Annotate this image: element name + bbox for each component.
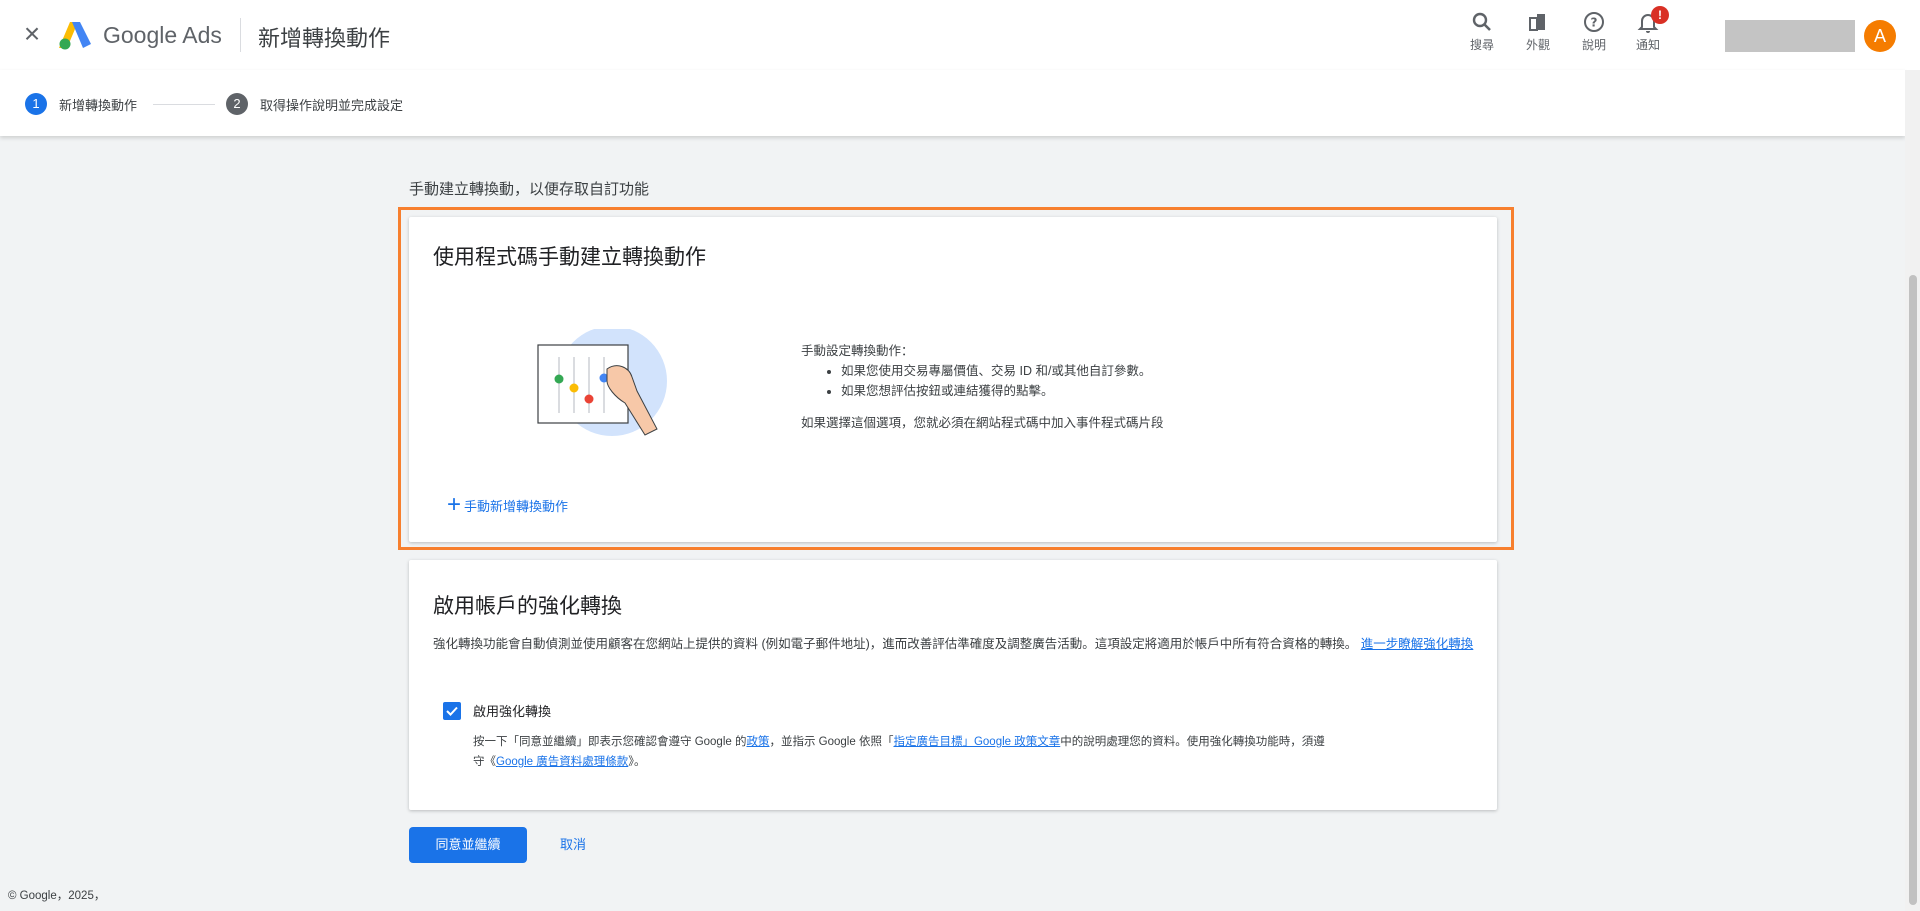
learn-more-link[interactable]: 進一步瞭解強化轉換 [1361,637,1474,651]
step-2: 2 取得操作說明並完成設定 [226,93,403,115]
cancel-button[interactable]: 取消 [545,827,601,863]
help-label: 說明 [1581,38,1606,52]
step-2-number: 2 [226,93,248,115]
agree-continue-button[interactable]: 同意並繼續 [409,827,527,863]
notification-badge: ! [1651,6,1669,24]
help-icon: ? [1584,12,1604,32]
add-manual-conversion-button[interactable]: + 手動新增轉換動作 [447,491,569,518]
help-button[interactable]: ? 說明 [1569,10,1619,53]
page-title: 新增轉換動作 [258,26,391,51]
plus-icon: + [447,491,462,518]
manual-card-description: 手動設定轉換動作： 如果您使用交易專屬價值、交易 ID 和/或其他自訂參數。 如… [801,341,1321,433]
brand-name: Google Ads [103,22,222,48]
section-label: 手動建立轉換動，以便存取自訂功能 [409,181,650,198]
search-button[interactable]: 搜尋 [1457,10,1507,53]
scrollbar[interactable] [1905,70,1920,911]
stepper: 1 新增轉換動作 2 取得操作說明並完成設定 [0,70,1905,136]
svg-text:?: ? [1591,16,1598,30]
close-icon[interactable]: × [20,20,44,48]
search-icon [1472,12,1491,31]
add-manual-conversion-label: 手動新增轉換動作 [464,498,569,514]
notifications-label: 通知 [1635,38,1660,52]
step-1: 1 新增轉換動作 [25,93,137,115]
avatar[interactable]: A [1864,20,1896,52]
step-1-label: 新增轉換動作 [59,97,138,113]
appearance-icon [1529,14,1545,31]
legal-text: 按一下「同意並繼續」即表示您確認會遵守 Google 的政策，並指示 Googl… [473,732,1333,772]
policy-link[interactable]: 政策 [746,736,769,748]
sliders-illustration [537,329,667,436]
step-1-number: 1 [25,93,47,115]
enhanced-card-body: 強化轉換功能會自動偵測並使用顧客在您網站上提供的資料 (例如電子郵件地址)，進而… [433,634,1478,655]
top-app-bar: × Google Ads 新增轉換動作 搜尋 外觀 ? 說明 ! 通知 A [0,0,1920,70]
legal-part-4: 》。 [628,756,646,768]
manual-note: 如果選擇這個選項，您就必須在網站程式碼中加入事件程式碼片段 [801,416,1164,430]
appearance-label: 外觀 [1525,38,1550,52]
enhanced-card-title: 啟用帳戶的強化轉換 [433,595,622,618]
manual-card-title: 使用程式碼手動建立轉換動作 [433,246,706,269]
manual-conversion-card: 使用程式碼手動建立轉換動作 手動設定轉換動作： 如果您使用交易專屬價值、交易 I… [409,217,1497,542]
footer-copyright: © Google，2025， [8,890,106,902]
notifications-button[interactable]: ! 通知 [1623,6,1673,53]
enhanced-conversions-card: 啟用帳戶的強化轉換 強化轉換功能會自動偵測並使用顧客在您網站上提供的資料 (例如… [409,560,1497,810]
legal-part-1: 按一下「同意並繼續」即表示您確認會遵守 Google 的 [473,736,747,748]
data-processing-terms-link[interactable]: Google 廣告資料處理條款 [496,756,628,768]
manual-intro: 手動設定轉換動作： [801,344,914,358]
manual-bullet-list: 如果您使用交易專屬價值、交易 ID 和/或其他自訂參數。 如果您想評估按鈕或連結… [841,361,1321,401]
scrollbar-thumb[interactable] [1909,275,1917,905]
enable-enhanced-label: 啟用強化轉換 [473,704,552,719]
step-2-label: 取得操作說明並完成設定 [260,97,404,113]
enhanced-body-text: 強化轉換功能會自動偵測並使用顧客在您網站上提供的資料 (例如電子郵件地址)，進而… [433,637,1358,651]
appearance-button[interactable]: 外觀 [1513,10,1563,53]
check-icon [446,706,458,716]
step-connector [153,104,215,105]
manual-bullet-2: 如果您想評估按鈕或連結獲得的點擊。 [841,381,1321,401]
manual-bullet-1: 如果您使用交易專屬價值、交易 ID 和/或其他自訂參數。 [841,361,1321,381]
legal-part-2: ，並指示 Google 依照「 [769,736,894,748]
search-label: 搜尋 [1469,38,1494,52]
google-ads-logo [59,22,91,50]
header-divider [240,18,241,52]
enhanced-checkbox-row: 啟用強化轉換 [443,701,551,720]
targeting-policy-link[interactable]: 指定廣告目標」Google 政策文章 [893,736,1060,748]
account-info[interactable] [1725,20,1855,52]
enable-enhanced-checkbox[interactable] [443,701,461,720]
